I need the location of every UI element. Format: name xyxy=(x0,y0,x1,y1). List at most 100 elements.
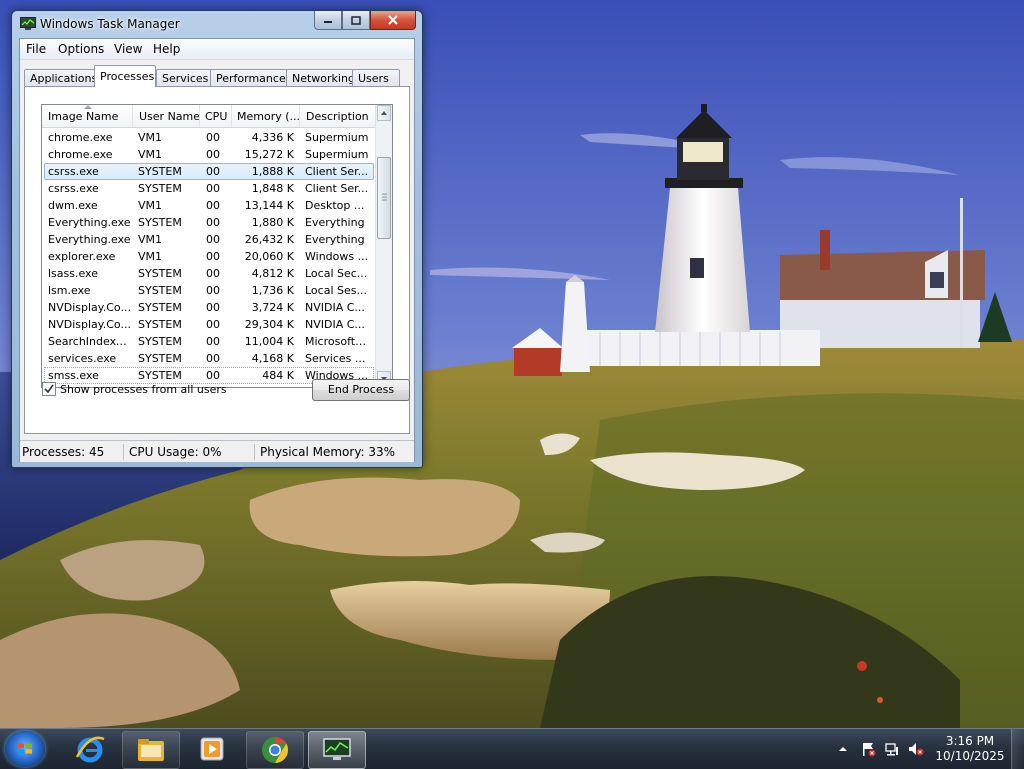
cell-image-name: csrss.exe xyxy=(48,165,99,178)
start-button[interactable] xyxy=(5,731,45,767)
status-separator xyxy=(254,444,255,460)
table-row[interactable]: csrss.exe SYSTEM 00 1,888 K Client Ser... xyxy=(42,163,376,180)
sort-ascending-icon xyxy=(84,105,92,109)
show-all-users-checkbox[interactable] xyxy=(42,382,56,396)
taskbar-internet-explorer[interactable] xyxy=(62,731,118,767)
status-process-count: Processes: 45 xyxy=(22,445,105,459)
cell-cpu: 00 xyxy=(206,284,220,297)
table-row[interactable]: lsass.exe SYSTEM 00 4,812 K Local Sec... xyxy=(42,265,376,282)
title-bar[interactable]: Windows Task Manager xyxy=(12,11,422,37)
table-row[interactable]: NVDisplay.Co... SYSTEM 00 29,304 K NVIDIA C.… xyxy=(42,316,376,333)
scroll-thumb[interactable] xyxy=(377,157,391,239)
menu-help[interactable]: Help xyxy=(153,42,180,56)
cell-image-name: Everything.exe xyxy=(48,233,131,246)
cell-memory: 1,736 K xyxy=(251,284,294,297)
table-row[interactable]: services.exe SYSTEM 00 4,168 K Services ... xyxy=(42,350,376,367)
taskbar: 3:16 PM 10/10/2025 xyxy=(0,728,1024,769)
minimize-button[interactable] xyxy=(314,11,342,30)
table-row[interactable]: csrss.exe SYSTEM 00 1,848 K Client Ser... xyxy=(42,180,376,197)
cell-description: Desktop ... xyxy=(305,199,365,212)
taskbar-media-player[interactable] xyxy=(184,731,240,767)
cell-cpu: 00 xyxy=(206,233,220,246)
cell-user-name: SYSTEM xyxy=(138,335,182,348)
cell-cpu: 00 xyxy=(206,148,220,161)
close-icon xyxy=(388,15,398,25)
cell-user-name: SYSTEM xyxy=(138,301,182,314)
task-manager-icon xyxy=(20,17,36,30)
tab-services[interactable]: Services xyxy=(156,69,212,87)
tab-networking[interactable]: Networking xyxy=(286,69,356,87)
menu-view[interactable]: View xyxy=(114,42,142,56)
column-memory[interactable]: Memory (... xyxy=(231,105,300,127)
table-row[interactable]: explorer.exe VM1 00 20,060 K Windows ... xyxy=(42,248,376,265)
cell-description: Supermium xyxy=(305,131,369,144)
cell-user-name: SYSTEM xyxy=(138,284,182,297)
table-row[interactable]: SearchIndexe... SYSTEM 00 11,004 K Microsoft… xyxy=(42,333,376,350)
table-row[interactable]: chrome.exe VM1 00 15,272 K Supermium xyxy=(42,146,376,163)
status-separator xyxy=(123,444,124,460)
table-row[interactable]: NVDisplay.Co... SYSTEM 00 3,724 K NVIDIA C..… xyxy=(42,299,376,316)
show-hidden-icons-icon[interactable] xyxy=(838,741,848,757)
clock-time: 3:16 PM xyxy=(945,734,995,748)
taskbar-file-explorer[interactable] xyxy=(122,731,180,769)
column-cpu[interactable]: CPU xyxy=(199,105,232,127)
cell-description: Services ... xyxy=(305,352,366,365)
tab-performance[interactable]: Performance xyxy=(210,69,290,87)
taskbar-chrome[interactable] xyxy=(246,731,304,769)
table-row[interactable]: lsm.exe SYSTEM 00 1,736 K Local Ses... xyxy=(42,282,376,299)
table-row[interactable]: chrome.exe VM1 00 4,336 K Supermium xyxy=(42,129,376,146)
menu-options[interactable]: Options xyxy=(58,42,104,56)
cell-memory: 15,272 K xyxy=(244,148,294,161)
clock-date: 10/10/2025 xyxy=(935,749,1005,763)
cell-image-name: NVDisplay.Co... xyxy=(48,301,131,314)
cell-user-name: SYSTEM xyxy=(138,165,182,178)
cell-cpu: 00 xyxy=(206,335,220,348)
maximize-button[interactable] xyxy=(342,11,370,30)
system-clock[interactable]: 3:16 PM 10/10/2025 xyxy=(934,734,1006,764)
window-client-area: File Options View Help Applications Proc… xyxy=(19,38,415,462)
process-list[interactable]: Image Name User Name CPU Memory (... Des… xyxy=(41,104,393,388)
cell-user-name: SYSTEM xyxy=(138,352,182,365)
tab-users[interactable]: Users xyxy=(352,69,400,87)
cell-image-name: chrome.exe xyxy=(48,148,113,161)
cell-description: NVIDIA C... xyxy=(305,301,365,314)
chrome-icon xyxy=(262,736,289,764)
maximize-icon xyxy=(351,15,361,25)
cell-cpu: 00 xyxy=(206,131,220,144)
menu-file[interactable]: File xyxy=(26,42,46,56)
process-list-scrollbar[interactable] xyxy=(375,105,392,387)
cell-cpu: 00 xyxy=(206,165,220,178)
action-center-icon[interactable] xyxy=(860,741,876,757)
cell-user-name: VM1 xyxy=(138,148,163,161)
show-desktop-button[interactable] xyxy=(1011,729,1024,769)
cell-memory: 26,432 K xyxy=(244,233,294,246)
cell-description: NVIDIA C... xyxy=(305,318,365,331)
end-process-button[interactable]: End Process xyxy=(312,379,410,401)
show-all-users-row[interactable]: Show processes from all users xyxy=(42,381,227,397)
menu-bar: File Options View Help xyxy=(20,39,414,60)
table-row[interactable]: dwm.exe VM1 00 13,144 K Desktop ... xyxy=(42,197,376,214)
table-row[interactable]: Everything.exe SYSTEM 00 1,880 K Everything xyxy=(42,214,376,231)
windows-orb-icon xyxy=(18,743,32,754)
table-row[interactable]: Everything.exe VM1 00 26,432 K Everything xyxy=(42,231,376,248)
volume-muted-icon[interactable] xyxy=(908,741,924,757)
tab-applications[interactable]: Applications xyxy=(24,69,97,87)
file-explorer-icon xyxy=(138,739,164,761)
taskbar-task-manager[interactable] xyxy=(308,731,366,769)
tab-processes[interactable]: Processes xyxy=(94,65,156,87)
cell-description: Everything xyxy=(305,233,365,246)
cell-user-name: SYSTEM xyxy=(138,267,182,280)
task-manager-window[interactable]: Windows Task Manager File Options View H… xyxy=(11,10,423,468)
cell-cpu: 00 xyxy=(206,267,220,280)
column-image-name[interactable]: Image Name xyxy=(42,105,133,127)
media-player-icon xyxy=(200,737,224,761)
cell-memory: 1,848 K xyxy=(251,182,294,195)
processes-panel: Image Name User Name CPU Memory (... Des… xyxy=(24,86,410,434)
column-description[interactable]: Description xyxy=(300,105,376,127)
network-icon[interactable] xyxy=(884,741,900,757)
scroll-up-button[interactable] xyxy=(377,105,391,121)
close-button[interactable] xyxy=(370,11,416,30)
cell-image-name: lsm.exe xyxy=(48,284,91,297)
column-user-name[interactable]: User Name xyxy=(133,105,200,127)
cell-memory: 13,144 K xyxy=(244,199,294,212)
